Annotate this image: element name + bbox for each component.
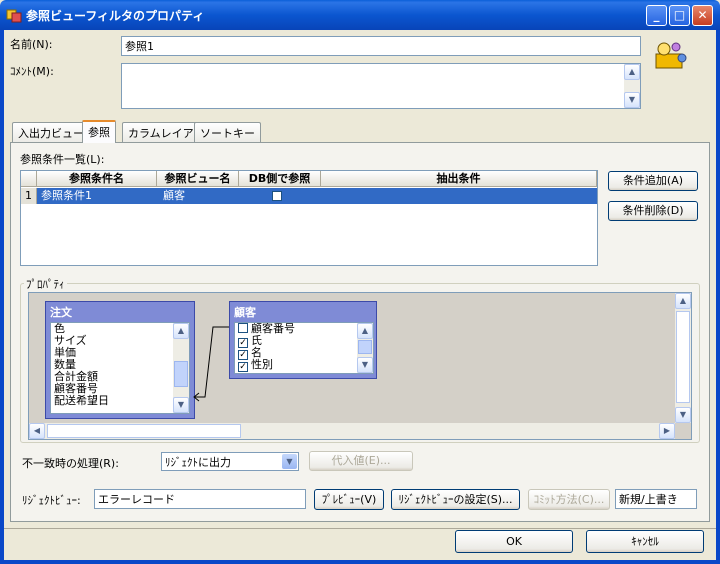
chevron-down-icon[interactable]: ▼ (282, 454, 297, 469)
delete-condition-button[interactable]: 条件削除(D) (608, 201, 698, 221)
comment-scrollbar[interactable]: ▲ ▼ (624, 64, 640, 108)
checkbox-unchecked[interactable] (238, 323, 248, 333)
customer-list-scrollbar[interactable]: ▲ ▼ (357, 323, 373, 373)
customer-table[interactable]: 顧客 顧客番号 ✓ 氏 ✓ 名 ✓ 性別 ▲ ▼ (229, 301, 377, 379)
filter-icon (652, 38, 688, 74)
cell-ref-name: 参照条件1 (41, 189, 92, 202)
cancel-button[interactable]: ｷｬﾝｾﾙ (586, 530, 704, 553)
scroll-right-icon[interactable]: ▶ (659, 423, 675, 439)
write-mode-field: 新規/上書き (615, 489, 697, 509)
commit-method-button[interactable]: ｺﾐｯﾄ方法(C)... (528, 489, 610, 510)
canvas-hscrollbar[interactable]: ◀ ▶ (29, 423, 675, 439)
reject-view-input[interactable]: エラーレコード (94, 489, 306, 509)
reject-view-settings-button[interactable]: ﾘｼﾞｪｸﾄﾋﾞｭｰの設定(S)... (391, 489, 520, 510)
properties-canvas[interactable]: 注文 色 サイズ 単価 数量 合計金額 顧客番号 配送希望日 ▲ ▼ 顧客 顧客… (28, 292, 692, 440)
close-button[interactable]: ✕ (692, 5, 713, 26)
order-table-title: 注文 (50, 306, 72, 319)
customer-field-list[interactable]: 顧客番号 ✓ 氏 ✓ 名 ✓ 性別 ▲ ▼ (234, 322, 374, 374)
mismatch-label: 不一致時の処理(R): (22, 457, 119, 470)
scroll-thumb[interactable] (358, 340, 372, 354)
name-input[interactable]: 参照1 (121, 36, 641, 56)
tab-sort-key[interactable]: ソートキー (194, 122, 261, 142)
app-icon (6, 7, 22, 23)
separator (4, 528, 716, 529)
checkbox-checked[interactable]: ✓ (238, 362, 248, 372)
field-label: 性別 (251, 358, 273, 371)
comment-textarea[interactable] (121, 63, 641, 109)
comment-label: ｺﾒﾝﾄ(M): (10, 65, 54, 78)
ref-list-label: 参照条件一覧(L): (20, 153, 105, 166)
comment-scroll-up-icon[interactable]: ▲ (624, 64, 640, 80)
col-header-ref-name[interactable]: 参照条件名 (37, 171, 157, 187)
tab-reference[interactable]: 参照 (82, 120, 116, 143)
ref-list-grid[interactable]: 参照条件名 参照ビュー名 DB側で参照 抽出条件 1 参照条件1 顧客 (20, 170, 598, 266)
list-item[interactable]: ✓ 性別 (235, 358, 373, 372)
mismatch-select[interactable]: ﾘｼﾞｪｸﾄに出力 ▼ (161, 452, 299, 471)
row-number: 1 (21, 188, 37, 204)
comment-scroll-down-icon[interactable]: ▼ (624, 92, 640, 108)
scroll-up-icon[interactable]: ▲ (675, 293, 691, 309)
col-header-db-ref[interactable]: DB側で参照 (239, 171, 321, 187)
grid-corner (21, 171, 37, 187)
scroll-thumb[interactable] (47, 424, 241, 438)
order-field-list[interactable]: 色 サイズ 単価 数量 合計金額 顧客番号 配送希望日 ▲ ▼ (50, 322, 190, 414)
mismatch-select-value: ﾘｼﾞｪｸﾄに出力 (165, 456, 231, 469)
tab-io-view[interactable]: 入出力ビュー (12, 122, 90, 142)
ok-button[interactable]: OK (455, 530, 573, 553)
list-item[interactable]: 配送希望日 (51, 395, 189, 407)
window-title: 参照ビューフィルタのプロパティ (26, 9, 205, 23)
scroll-thumb[interactable] (676, 311, 690, 403)
scroll-left-icon[interactable]: ◀ (29, 423, 45, 439)
scroll-down-icon[interactable]: ▼ (675, 407, 691, 423)
properties-label: ﾌﾟﾛﾊﾟﾃｨ (24, 276, 67, 292)
scroll-up-icon[interactable]: ▲ (357, 323, 373, 339)
substitute-value-button[interactable]: 代入値(E)... (309, 451, 413, 471)
order-table[interactable]: 注文 色 サイズ 単価 数量 合計金額 顧客番号 配送希望日 ▲ ▼ (45, 301, 195, 419)
scroll-down-icon[interactable]: ▼ (357, 357, 373, 373)
cell-view-name: 顧客 (163, 189, 185, 202)
col-header-extract-cond[interactable]: 抽出条件 (321, 171, 597, 187)
add-condition-button[interactable]: 条件追加(A) (608, 171, 698, 191)
window-frame-right (716, 30, 720, 564)
canvas-vscrollbar[interactable]: ▲ ▼ (675, 293, 691, 423)
minimize-button[interactable]: _ (646, 5, 667, 26)
table-row[interactable]: 参照条件1 顧客 (37, 188, 597, 204)
customer-table-title: 顧客 (234, 306, 256, 319)
window-frame-left (0, 30, 4, 564)
name-label: 名前(N): (10, 38, 53, 51)
col-header-view-name[interactable]: 参照ビュー名 (157, 171, 239, 187)
maximize-button[interactable]: □ (669, 5, 690, 26)
window-frame-bottom (0, 560, 720, 564)
db-ref-checkbox[interactable] (272, 191, 282, 201)
reject-view-label: ﾘｼﾞｪｸﾄﾋﾞｭｰ: (22, 494, 81, 507)
preview-button[interactable]: ﾌﾟﾚﾋﾞｭｰ(V) (314, 489, 384, 510)
